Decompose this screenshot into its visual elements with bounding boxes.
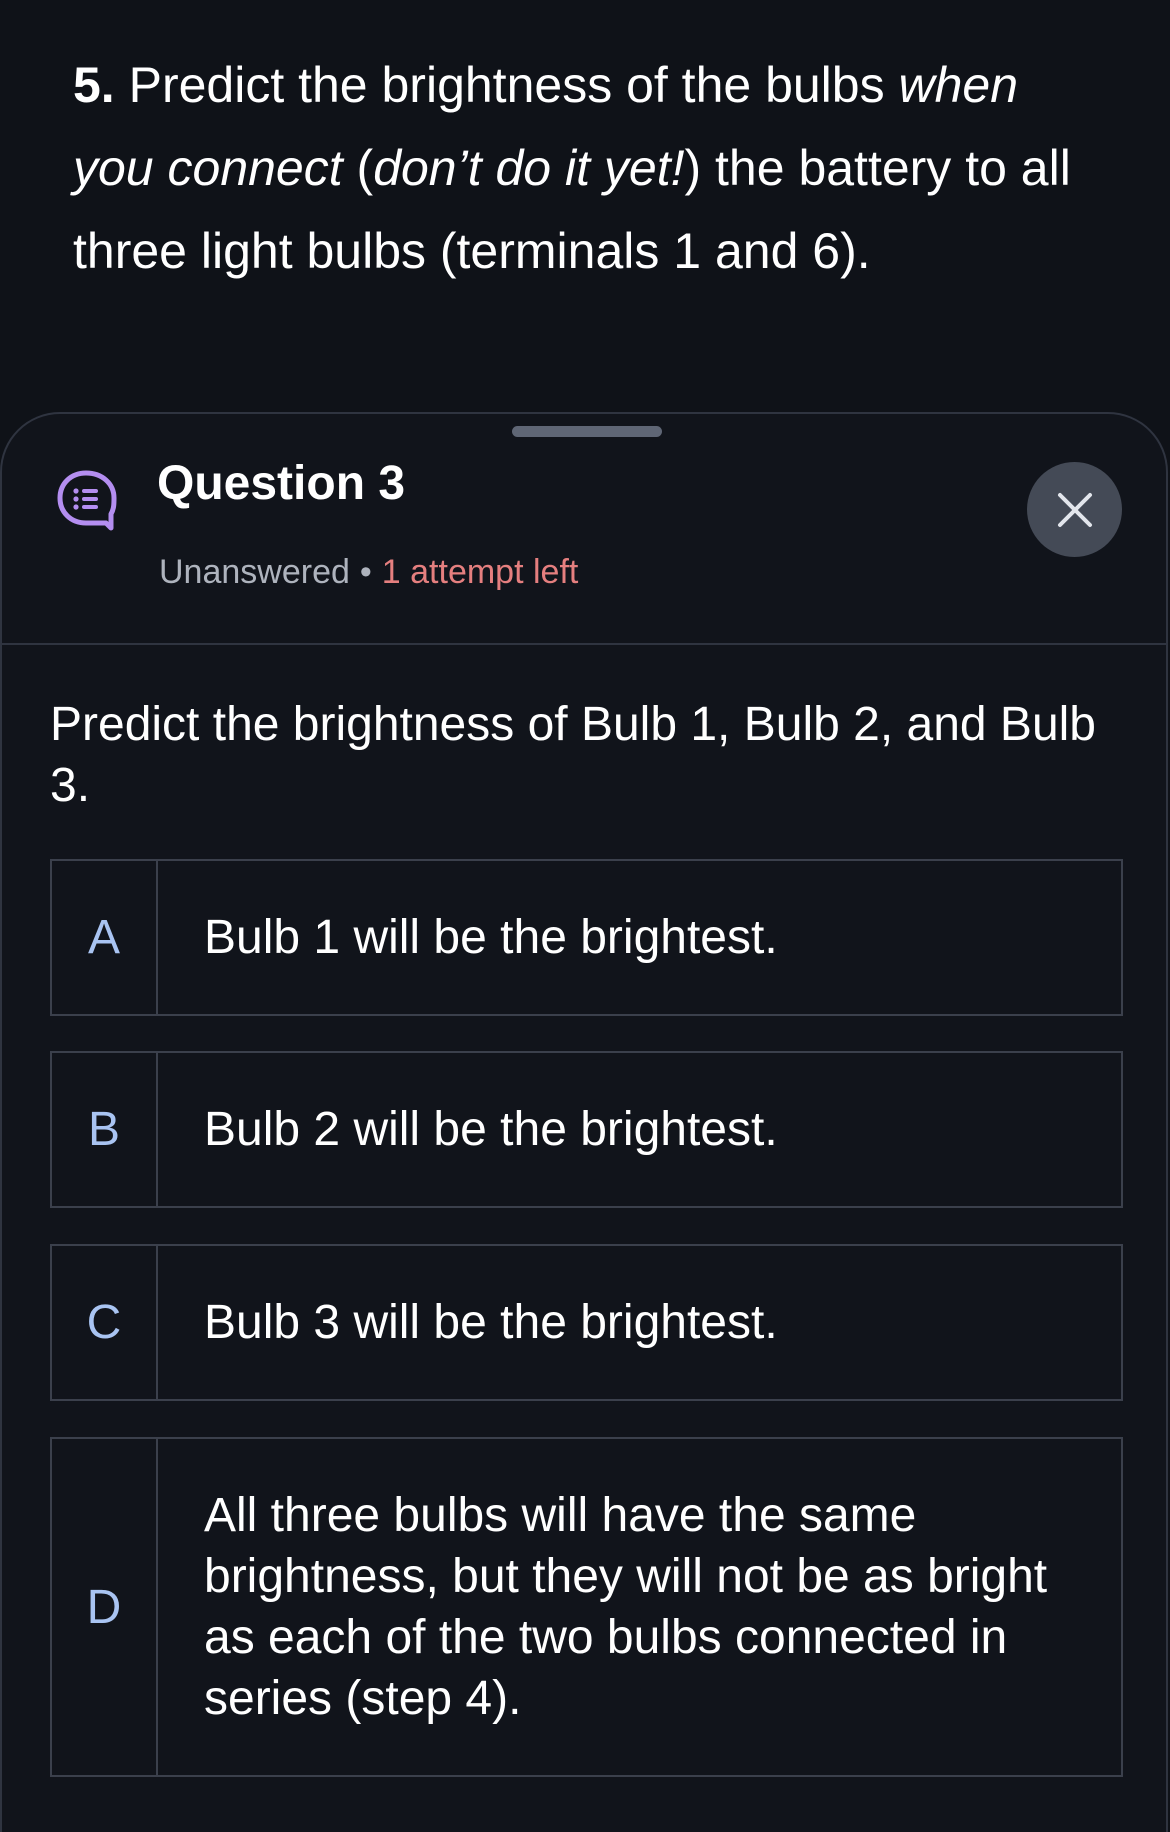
instruction-italic-2: don’t do it yet!: [373, 140, 685, 196]
attempts-left: 1 attempt left: [381, 553, 579, 591]
option-c[interactable]: C Bulb 3 will be the brightest.: [50, 1244, 1123, 1401]
option-letter: D: [52, 1439, 158, 1775]
close-button[interactable]: [1027, 462, 1122, 557]
option-d[interactable]: D All three bulbs will have the same bri…: [50, 1437, 1123, 1777]
question-title: Question 3: [157, 457, 406, 510]
question-list-icon: [54, 467, 118, 531]
option-letter: B: [52, 1053, 158, 1206]
question-prompt: Predict the brightness of Bulb 1, Bulb 2…: [50, 698, 1096, 812]
option-text: Bulb 3 will be the brightest.: [204, 1296, 778, 1349]
status-label: Unanswered: [159, 553, 350, 591]
option-a[interactable]: A Bulb 1 will be the brightest.: [50, 859, 1123, 1016]
option-text: All three bulbs will have the same brigh…: [204, 1489, 1048, 1725]
close-icon: [1057, 492, 1092, 527]
question-status: Unanswered • 1 attempt left: [159, 555, 578, 589]
instruction-part-1: Predict the brightness of the bulbs: [114, 57, 899, 113]
instruction-part-2: (: [342, 140, 374, 196]
header-divider: [2, 643, 1166, 645]
option-letter: C: [52, 1246, 158, 1399]
option-text: Bulb 2 will be the brightest.: [204, 1103, 778, 1156]
option-b[interactable]: B Bulb 2 will be the brightest.: [50, 1051, 1123, 1208]
option-text: Bulb 1 will be the brightest.: [204, 911, 778, 964]
status-separator: •: [359, 553, 372, 591]
option-letter: A: [52, 861, 158, 1014]
step-number: 5.: [73, 57, 115, 113]
question-sheet: Question 3 Unanswered • 1 attempt left Pre…: [0, 412, 1168, 1832]
drag-handle[interactable]: [512, 426, 662, 437]
instruction-text: 5. Predict the brightness of the bulbs w…: [73, 44, 1103, 293]
